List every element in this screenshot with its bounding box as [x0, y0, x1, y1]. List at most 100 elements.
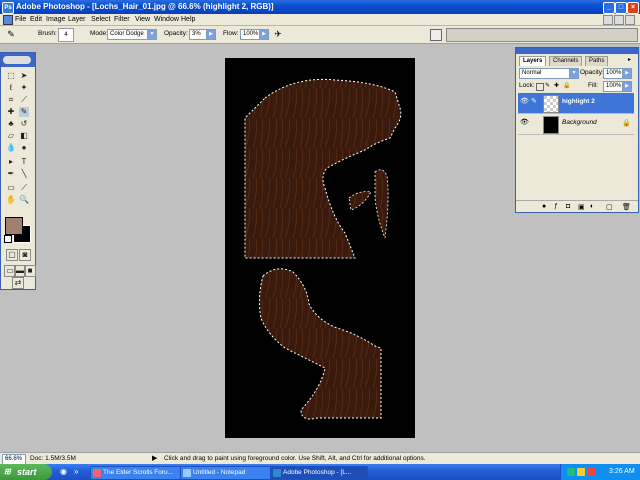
flow-slider-arrow-icon[interactable]: ▶ — [259, 29, 269, 40]
layer-opacity-input[interactable]: 100% — [603, 68, 623, 79]
brush-tool-icon[interactable]: ✎ — [4, 29, 18, 40]
menu-edit[interactable]: Edit — [30, 15, 42, 24]
menu-help[interactable]: Help — [181, 15, 195, 24]
notes-tool-icon[interactable]: ▭ — [6, 183, 16, 193]
tray-language-icon[interactable] — [587, 468, 595, 476]
layer-name[interactable]: highlight 2 — [562, 98, 595, 105]
quick-mask-mode-icon[interactable]: ◙ — [19, 249, 31, 261]
opacity-slider-arrow-icon[interactable]: ▶ — [206, 29, 216, 40]
pen-tool-icon[interactable]: ✒ — [6, 169, 16, 179]
mode-dropdown-arrow-icon[interactable]: ▼ — [147, 29, 157, 40]
layer-visibility-eye-icon[interactable]: 👁 — [520, 119, 529, 127]
line-tool-icon[interactable]: ╲ — [19, 169, 29, 179]
new-layer-icon[interactable]: ▢ — [606, 203, 613, 211]
start-button[interactable]: ⊞ start — [0, 464, 52, 480]
hand-tool-icon[interactable]: ✋ — [6, 195, 16, 205]
hair-shape-strand-small — [348, 191, 372, 211]
lock-transparency-icon[interactable] — [536, 83, 544, 91]
default-colors-icon[interactable] — [4, 235, 12, 243]
history-brush-tool-icon[interactable]: ↺ — [19, 119, 29, 129]
menu-view[interactable]: View — [135, 15, 150, 24]
marquee-tool-icon[interactable]: ⬚ — [6, 71, 16, 81]
tray-network-icon[interactable] — [577, 468, 585, 476]
healing-brush-tool-icon[interactable]: ✚ — [6, 107, 16, 117]
layer-row-highlight-2[interactable]: 👁 ✎ highlight 2 — [518, 93, 634, 114]
magic-wand-tool-icon[interactable]: ✦ — [19, 83, 29, 93]
brush-tool-active-icon[interactable]: ✎ — [19, 107, 29, 117]
full-screen-mode-icon[interactable]: ■ — [24, 265, 36, 277]
blur-tool-icon[interactable]: 💧 — [6, 143, 16, 153]
clone-stamp-tool-icon[interactable]: ♣ — [6, 119, 16, 129]
palette-well[interactable] — [446, 28, 638, 42]
lock-position-icon[interactable]: ✚ — [554, 83, 560, 89]
task-notepad[interactable]: Untitled - Notepad — [180, 466, 278, 480]
document-canvas[interactable] — [225, 58, 415, 438]
photoshop-app-icon[interactable]: Ps — [2, 2, 14, 14]
standard-mode-icon[interactable]: ▢ — [6, 249, 18, 261]
zoom-tool-icon[interactable]: 🔍 — [19, 195, 29, 205]
lasso-tool-icon[interactable]: ℓ — [6, 83, 16, 93]
task-elder-scrolls-forum[interactable]: The Elder Scrolls Foru... — [90, 466, 188, 480]
maximize-button[interactable]: □ — [615, 2, 627, 14]
brush-preset-picker[interactable]: 4 — [58, 28, 74, 42]
fill-input[interactable]: 100% — [603, 81, 623, 92]
layer-brush-link-icon[interactable]: ✎ — [531, 98, 539, 106]
start-label: start — [17, 467, 37, 477]
layer-visibility-eye-icon[interactable]: 👁 — [520, 98, 529, 106]
mode-select[interactable]: Color Dodge — [107, 29, 149, 40]
new-set-icon[interactable]: ▣ — [578, 203, 585, 211]
doc-close-button[interactable] — [625, 15, 635, 25]
move-tool-icon[interactable]: ➤ — [19, 71, 29, 81]
doc-minimize-button[interactable] — [603, 15, 613, 25]
crop-tool-icon[interactable]: ⌗ — [6, 95, 16, 105]
document-icon[interactable] — [3, 15, 13, 25]
tab-paths[interactable]: Paths — [585, 56, 609, 66]
task-adobe-photoshop[interactable]: Adobe Photoshop - [L... — [270, 466, 368, 480]
fill-label: Fill: — [588, 82, 599, 89]
blend-mode-dropdown-arrow-icon[interactable]: ▼ — [569, 68, 579, 79]
brush-label: Brush: — [38, 30, 57, 37]
lock-image-icon[interactable]: ✎ — [545, 83, 551, 89]
toolbox-header[interactable] — [1, 53, 35, 67]
layers-palette-titlebar[interactable] — [516, 48, 638, 54]
trash-icon[interactable]: 🗑 — [622, 203, 631, 211]
tray-app-icon[interactable] — [567, 468, 575, 476]
menu-filter[interactable]: Filter — [114, 15, 130, 24]
jump-to-imageready-icon[interactable]: ⇄ — [12, 277, 24, 289]
dodge-tool-icon[interactable]: ● — [19, 143, 29, 153]
layer-opacity-arrow-icon[interactable]: ▶ — [622, 68, 632, 79]
minimize-button[interactable]: _ — [603, 2, 615, 14]
tab-channels[interactable]: Channels — [549, 56, 583, 66]
layer-row-background[interactable]: 👁 Background 🔒 — [518, 114, 634, 135]
gradient-tool-icon[interactable]: ◧ — [19, 131, 29, 141]
menu-window[interactable]: Window — [154, 15, 179, 24]
eyedropper-tool-icon[interactable]: ⟋ — [19, 183, 29, 193]
slice-tool-icon[interactable]: ⟋ — [19, 95, 29, 105]
firefox-quicklaunch-icon[interactable]: ◉ — [60, 467, 70, 477]
adjustment-layer-icon[interactable]: ◐ — [590, 203, 594, 210]
layer-style-icon[interactable]: ƒ — [554, 203, 558, 210]
palette-menu-arrow-icon[interactable]: ▸ — [628, 57, 635, 64]
menu-file[interactable]: File — [15, 15, 26, 24]
doc-restore-button[interactable] — [614, 15, 624, 25]
foreground-color-swatch-front[interactable] — [5, 217, 23, 235]
menu-select[interactable]: Select — [91, 15, 110, 24]
airbrush-icon[interactable]: ✈ — [272, 29, 284, 40]
lock-all-icon[interactable]: 🔒 — [563, 83, 570, 89]
close-button[interactable]: × — [627, 2, 639, 14]
layer-opacity-label: Opacity: — [580, 69, 604, 76]
layer-name[interactable]: Background — [562, 119, 597, 126]
quicklaunch-arrow-icon[interactable]: » — [74, 467, 84, 477]
file-browser-icon[interactable] — [430, 29, 442, 41]
tab-layers[interactable]: Layers — [519, 56, 547, 66]
menu-layer[interactable]: Layer — [68, 15, 86, 24]
type-tool-icon[interactable]: T — [19, 157, 29, 167]
blend-mode-select[interactable]: Normal — [519, 68, 571, 79]
path-selection-tool-icon[interactable]: ▸ — [6, 157, 16, 167]
link-layers-icon[interactable]: ● — [542, 203, 546, 210]
eraser-tool-icon[interactable]: ▱ — [6, 131, 16, 141]
fill-arrow-icon[interactable]: ▶ — [622, 81, 632, 92]
status-menu-arrow-icon[interactable]: ▶ — [152, 454, 157, 462]
menu-image[interactable]: Image — [46, 15, 65, 24]
add-mask-icon[interactable]: ◘ — [566, 203, 570, 210]
